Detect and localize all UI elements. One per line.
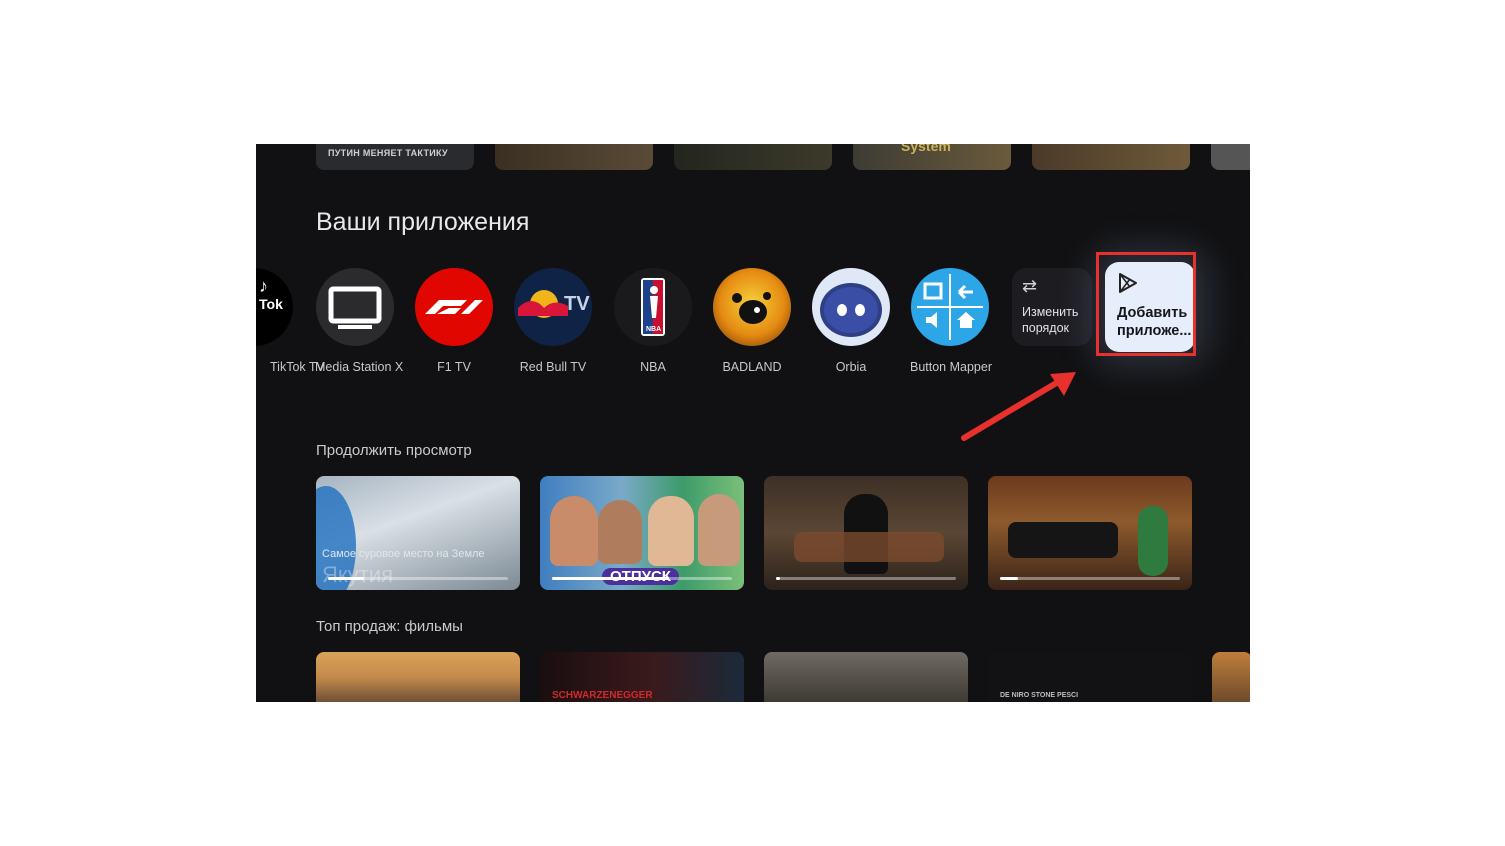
card-art: [1138, 506, 1168, 576]
top-thumb[interactable]: [1211, 144, 1250, 170]
card-subtitle: Самое суровое место на Земле: [322, 548, 485, 560]
film-card[interactable]: [316, 652, 520, 702]
app-label: BADLAND: [722, 360, 782, 374]
annotation-arrow: [961, 372, 1076, 441]
app-f1-tv[interactable]: F1 TV: [414, 268, 494, 374]
svg-text:TV: TV: [564, 293, 590, 315]
progress-fill: [328, 577, 364, 580]
top-sales-title: Топ продаж: фильмы: [316, 618, 463, 635]
progress-bar: [328, 577, 508, 580]
card-art: [550, 496, 598, 566]
app-orbia[interactable]: Orbia: [811, 268, 891, 374]
continue-card[interactable]: Самое суровое место на Земле Якутия: [316, 476, 520, 590]
app-label: Orbia: [835, 360, 867, 374]
app-label: NBA: [640, 360, 666, 374]
reorder-label-line2: порядок: [1022, 321, 1070, 335]
app-badland[interactable]: BADLAND: [712, 268, 792, 374]
progress-bar: [776, 577, 956, 580]
top-thumb[interactable]: ПУТИН МЕНЯЕТ ТАКТИКУ: [316, 144, 474, 170]
f1-logo-icon: [415, 268, 493, 346]
film-card[interactable]: SCHWARZENEGGER: [540, 652, 744, 702]
app-tiktok-tv[interactable]: Tok ♪ TikTok TV: [256, 268, 325, 374]
continue-card[interactable]: [988, 476, 1192, 590]
film-caption: SCHWARZENEGGER: [552, 690, 653, 701]
progress-fill: [776, 577, 780, 580]
card-art: [598, 500, 642, 564]
svg-text:NBA: NBA: [646, 326, 661, 333]
continue-card[interactable]: ОТПУСК: [540, 476, 744, 590]
card-title-overlay: Якутия: [322, 562, 394, 587]
film-card[interactable]: [764, 652, 968, 702]
app-label: Media Station X: [315, 360, 404, 374]
nba-logo-icon: NBA: [614, 268, 692, 346]
top-thumb-caption: ПУТИН МЕНЯЕТ ТАКТИКУ: [328, 148, 448, 158]
monitor-icon: [316, 268, 394, 346]
top-thumb[interactable]: [1032, 144, 1190, 170]
tiktok-icon: Tok ♪: [256, 268, 293, 346]
film-card[interactable]: DE NIRO STONE PESCI: [988, 652, 1192, 702]
app-label: Red Bull TV: [519, 360, 587, 374]
apps-section-title: Ваши приложения: [316, 208, 530, 236]
app-nba[interactable]: NBA NBA: [613, 268, 693, 374]
continue-watching-title: Продолжить просмотр: [316, 442, 472, 459]
orbia-icon: [812, 268, 890, 346]
swap-arrows-icon: ⇄: [1022, 276, 1038, 296]
progress-fill: [1000, 577, 1018, 580]
card-art: [794, 532, 944, 562]
film-caption: DE NIRO STONE PESCI: [1000, 692, 1079, 699]
app-red-bull-tv[interactable]: TV Red Bull TV: [513, 268, 593, 374]
top-thumb[interactable]: [495, 144, 653, 170]
progress-bar: [1000, 577, 1180, 580]
reorder-label-line1: Изменить: [1022, 305, 1079, 319]
card-art: [648, 496, 694, 566]
progress-bar: [552, 577, 732, 580]
top-thumb[interactable]: [674, 144, 832, 170]
app-button-mapper[interactable]: Button Mapper: [910, 268, 992, 374]
redbull-tv-icon: TV: [514, 268, 592, 346]
highlight-box: [1096, 252, 1196, 356]
card-art: [1008, 522, 1118, 558]
progress-fill: [552, 577, 669, 580]
top-thumb-caption: System: [901, 144, 951, 154]
tv-home-screen: ПУТИН МЕНЯЕТ ТАКТИКУ System Ваши приложе…: [256, 144, 1250, 702]
app-label: F1 TV: [437, 360, 471, 374]
badland-icon: [713, 268, 791, 346]
app-label: TikTok TV: [270, 360, 325, 374]
app-media-station-x[interactable]: Media Station X: [315, 268, 404, 374]
reorder-apps-button[interactable]: ⇄ Изменить порядок: [1012, 268, 1092, 346]
continue-card[interactable]: [764, 476, 968, 590]
top-thumb[interactable]: System: [853, 144, 1011, 170]
button-mapper-icon: [911, 268, 989, 346]
film-card[interactable]: [1212, 652, 1250, 702]
card-art: [698, 494, 740, 566]
